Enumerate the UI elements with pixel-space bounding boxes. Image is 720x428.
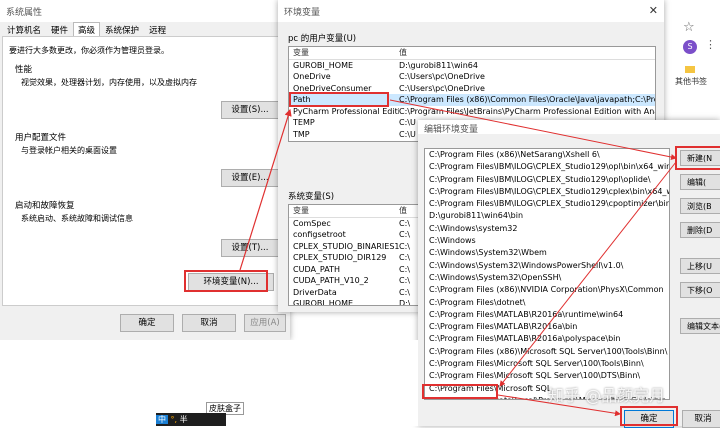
arrow-path-to-new: [389, 99, 677, 160]
ime-width-indicator[interactable]: 半: [180, 415, 188, 424]
ime-punct-indicator[interactable]: °,: [171, 415, 178, 424]
ime-toolbar[interactable]: 中 °, 半: [156, 413, 226, 426]
watermark: 知乎 @品颜完月: [548, 386, 666, 405]
arrow-new-to-entry: [499, 161, 677, 387]
arrow-env-to-path: [239, 108, 292, 271]
ime-mode-indicator[interactable]: 中: [156, 415, 168, 424]
